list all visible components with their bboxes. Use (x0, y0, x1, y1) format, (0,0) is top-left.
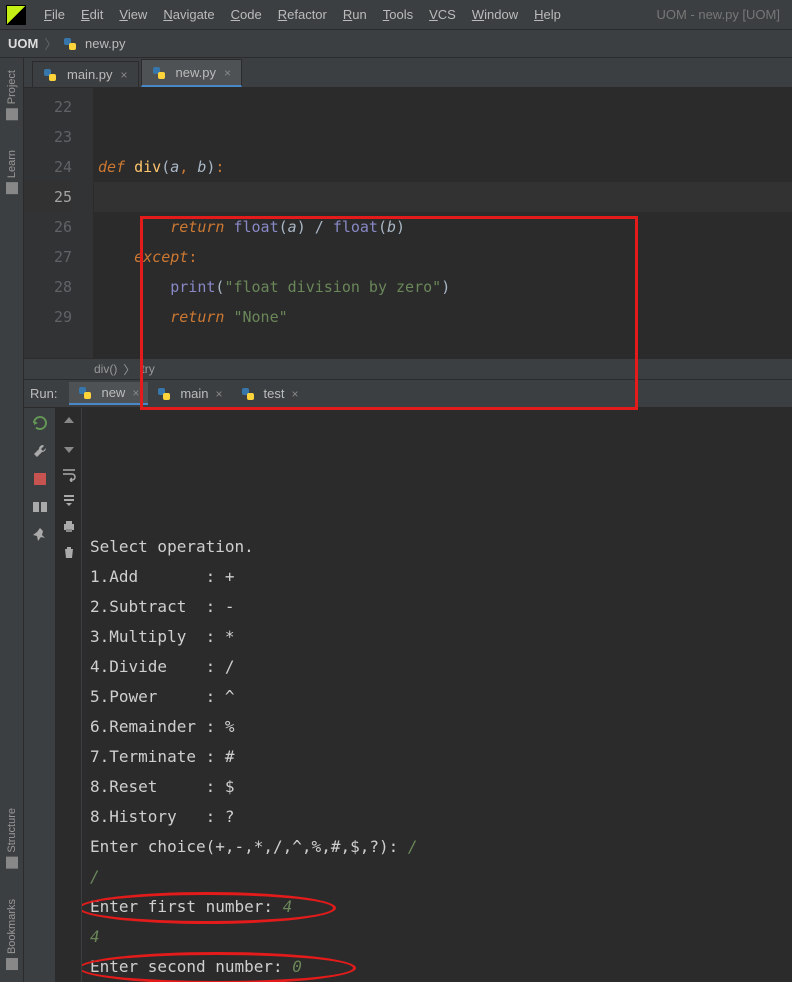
code-line[interactable]: print("float division by zero") (94, 272, 792, 302)
stop-icon[interactable] (31, 470, 49, 488)
breadcrumb-project[interactable]: UOM (8, 36, 38, 51)
menu-view[interactable]: View (111, 3, 155, 26)
menu-navigate[interactable]: Navigate (155, 3, 222, 26)
menu-refactor[interactable]: Refactor (270, 3, 335, 26)
code-line[interactable]: def div(a, b): (94, 152, 792, 182)
close-icon[interactable]: × (292, 387, 299, 401)
console-line: 3.Multiply : * (90, 622, 792, 652)
python-icon (241, 387, 255, 401)
line-number: 27 (24, 242, 72, 272)
console-line: 8.Reset : $ (90, 772, 792, 802)
rail-bookmarks[interactable]: Bookmarks (6, 899, 18, 970)
current-line-highlight (94, 182, 792, 212)
run-tab-test[interactable]: test× (232, 382, 308, 405)
close-icon[interactable]: × (121, 68, 128, 82)
console-line: Enter second number: 0 (90, 952, 792, 982)
menu-vcs[interactable]: VCS (421, 3, 464, 26)
code-area[interactable]: def div(a, b): try: return float(a) / fl… (94, 88, 792, 358)
console-line: / (90, 862, 792, 892)
console-line: 8.History : ? (90, 802, 792, 832)
close-icon[interactable]: × (224, 66, 231, 80)
run-label: Run: (30, 386, 57, 401)
fold-strip (80, 88, 94, 358)
close-icon[interactable]: × (132, 386, 139, 400)
python-icon (78, 386, 92, 400)
crumb-sep: 〉 (123, 361, 135, 378)
line-number: 22 (24, 92, 72, 122)
console-line: Enter first number: 4 (90, 892, 792, 922)
rail-structure[interactable]: Structure (6, 808, 18, 869)
breadcrumb-separator: 〉 (44, 34, 57, 53)
menubar[interactable]: FileEditViewNavigateCodeRefactorRunTools… (0, 0, 792, 30)
rerun-icon[interactable] (31, 414, 49, 432)
run-toolbar-mid[interactable] (56, 408, 82, 982)
soft-wrap-icon[interactable] (61, 466, 77, 482)
line-number: 25 (24, 182, 72, 212)
python-icon (157, 387, 171, 401)
line-number: 26 (24, 212, 72, 242)
console-output[interactable]: Select operation.1.Add : +2.Subtract : -… (82, 408, 792, 982)
breadcrumb-bar: UOM 〉 new.py (0, 30, 792, 58)
down-icon[interactable] (61, 440, 77, 456)
menu-tools[interactable]: Tools (375, 3, 421, 26)
code-crumb-fn[interactable]: div() (94, 362, 117, 376)
rail-project[interactable]: Project (6, 70, 18, 120)
layout-icon[interactable] (31, 498, 49, 516)
console-line: 1.Add : + (90, 562, 792, 592)
code-crumb-block[interactable]: try (141, 362, 154, 376)
python-icon (63, 37, 77, 51)
line-number: 28 (24, 272, 72, 302)
menu-run[interactable]: Run (335, 3, 375, 26)
run-tab-main[interactable]: main× (148, 382, 231, 405)
app-icon (6, 5, 26, 25)
code-line[interactable]: return float(a) / float(b) (94, 212, 792, 242)
line-number: 24 (24, 152, 72, 182)
code-editor[interactable]: 2223242526272829 def div(a, b): try: ret… (24, 88, 792, 358)
close-icon[interactable]: × (216, 387, 223, 401)
up-icon[interactable] (61, 414, 77, 430)
print-icon[interactable] (61, 518, 77, 534)
console-line: 7.Terminate : # (90, 742, 792, 772)
left-tool-rail[interactable]: Project Learn Structure Bookmarks (0, 58, 24, 982)
code-line[interactable] (94, 122, 792, 152)
menu-help[interactable]: Help (526, 3, 569, 26)
menu-window[interactable]: Window (464, 3, 526, 26)
console-line: 4 (90, 922, 792, 952)
editor-tab-main-py[interactable]: main.py× (32, 61, 139, 87)
python-icon (152, 66, 166, 80)
console-line: Enter choice(+,-,*,/,^,%,#,$,?): / (90, 832, 792, 862)
python-icon (43, 68, 57, 82)
run-tab-new[interactable]: new× (69, 382, 148, 405)
menu-edit[interactable]: Edit (73, 3, 111, 26)
pin-icon[interactable] (31, 526, 49, 544)
line-gutter: 2223242526272829 (24, 88, 80, 358)
editor-tab-new-py[interactable]: new.py× (141, 59, 243, 87)
run-header: Run: new×main×test× (24, 380, 792, 408)
line-number: 29 (24, 302, 72, 332)
breadcrumb-file[interactable]: new.py (63, 36, 125, 52)
rail-learn[interactable]: Learn (6, 150, 18, 194)
scroll-to-end-icon[interactable] (61, 492, 77, 508)
console-line: 4.Divide : / (90, 652, 792, 682)
run-tool-window[interactable]: Run: new×main×test× (24, 380, 792, 982)
line-number: 23 (24, 122, 72, 152)
window-title: UOM - new.py [UOM] (650, 7, 786, 22)
wrench-icon[interactable] (31, 442, 49, 460)
code-line[interactable]: except: (94, 242, 792, 272)
code-line[interactable]: return "None" (94, 302, 792, 332)
code-line[interactable] (94, 92, 792, 122)
console-line: 5.Power : ^ (90, 682, 792, 712)
menu-code[interactable]: Code (223, 3, 270, 26)
editor-tabs[interactable]: main.py×new.py× (24, 58, 792, 88)
console-line: 2.Subtract : - (90, 592, 792, 622)
run-toolbar-left[interactable] (24, 408, 56, 982)
menu-file[interactable]: File (36, 3, 73, 26)
trash-icon[interactable] (61, 544, 77, 560)
code-breadcrumb: div() 〉 try (24, 358, 792, 380)
console-line: Select operation. (90, 532, 792, 562)
console-line: 6.Remainder : % (90, 712, 792, 742)
